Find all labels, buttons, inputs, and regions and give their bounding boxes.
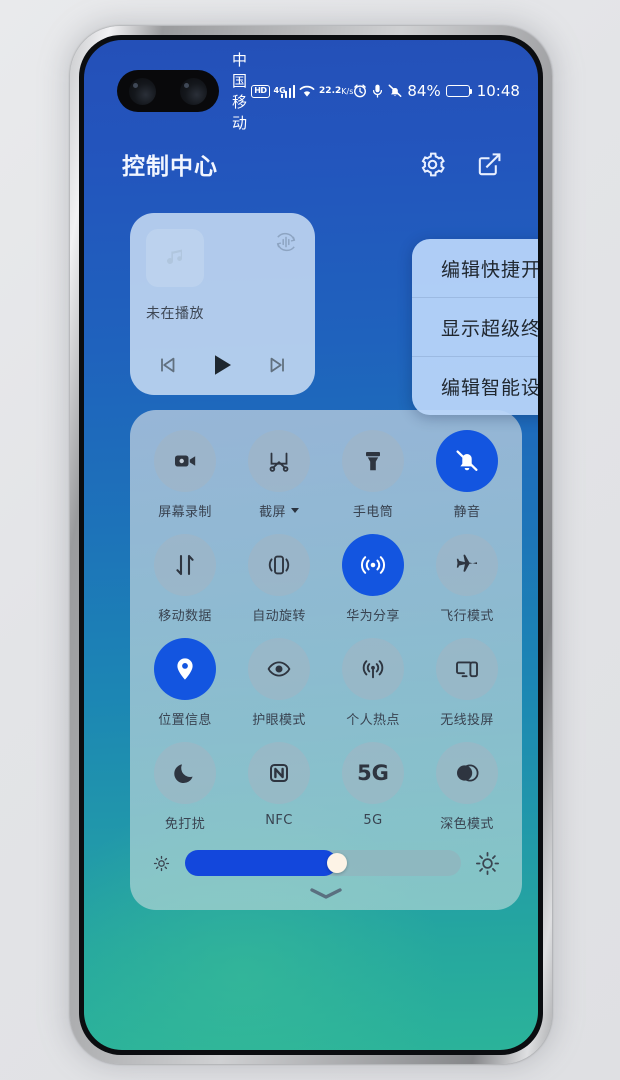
battery-percent-label: 84%: [407, 82, 441, 100]
toggle-label: 截屏: [259, 501, 299, 520]
hd-icon: HD: [251, 84, 270, 98]
toggle-label: 免打扰: [164, 817, 206, 832]
quick-toggles-grid: 屏幕录制 截屏 手电筒 静音 移动数据 自动旋转 华为分享 飞行模式 位置信息 …: [138, 430, 514, 832]
edit-square-icon[interactable]: [475, 150, 504, 179]
toggle-label: 无线投屏: [440, 713, 494, 728]
toggle-label: 手电筒: [352, 505, 394, 520]
toggle-nfc[interactable]: NFC: [232, 742, 326, 832]
album-art-placeholder: [146, 229, 204, 287]
auto-rotate-icon: [248, 534, 310, 596]
carrier-label: 中国移动: [232, 51, 248, 132]
status-bar-left: 中国移动 HD 4G 22.2 K/s: [232, 49, 353, 133]
play-icon[interactable]: [208, 351, 236, 379]
brightness-slider[interactable]: [185, 850, 461, 876]
toggle-location[interactable]: 位置信息: [138, 638, 232, 728]
moon-icon: [154, 742, 216, 804]
screenshot-icon: [248, 430, 310, 492]
data-speed-label: 22.2 K/s: [319, 85, 354, 96]
screenshot-scene: 中国移动 HD 4G 22.2 K/s 84% 10:48 控制中心 未在播放 …: [0, 0, 620, 1080]
header-actions: [418, 150, 504, 179]
toggle-auto-rotate[interactable]: 自动旋转: [232, 534, 326, 624]
page-title: 控制中心: [122, 154, 218, 180]
5g-icon: 5G: [342, 742, 404, 804]
media-player-card[interactable]: 未在播放: [130, 213, 315, 395]
microphone-icon: [372, 84, 383, 98]
cast-screen-icon: [436, 638, 498, 700]
toggle-flashlight[interactable]: 手电筒: [326, 430, 420, 520]
menu-item-edit-shortcuts[interactable]: 编辑快捷开关: [412, 239, 538, 297]
toggle-label: 5G: [363, 813, 383, 828]
toggle-airplane-mode[interactable]: 飞行模式: [420, 534, 514, 624]
toggle-label-text: 截屏: [259, 505, 286, 520]
toggle-label: 静音: [453, 505, 481, 520]
hotspot-icon: [342, 638, 404, 700]
mobile-data-icon: [154, 534, 216, 596]
toggle-eye-comfort[interactable]: 护眼模式: [232, 638, 326, 728]
expand-handle[interactable]: [303, 882, 349, 904]
toggle-label: 深色模式: [440, 817, 494, 832]
wifi-icon: [299, 85, 315, 98]
alarm-icon: [353, 84, 367, 98]
location-pin-icon: [154, 638, 216, 700]
toggle-label: 飞行模式: [440, 609, 494, 624]
toggle-label: 位置信息: [158, 713, 212, 728]
toggle-label: 华为分享: [346, 609, 400, 624]
toggle-label: 护眼模式: [252, 713, 306, 728]
brightness-row: [138, 850, 514, 876]
battery-icon: [445, 85, 473, 97]
previous-track-icon[interactable]: [157, 354, 179, 376]
phone-bezel: 中国移动 HD 4G 22.2 K/s 84% 10:48 控制中心 未在播放 …: [79, 35, 543, 1055]
5g-glyph: 5G: [357, 761, 389, 785]
network-type-label: 4G: [273, 85, 286, 95]
media-status-label: 未在播放: [146, 306, 204, 322]
next-track-icon[interactable]: [266, 354, 288, 376]
context-menu: 编辑快捷开关 显示超级终端 编辑智能设备: [412, 239, 538, 415]
nfc-icon: [248, 742, 310, 804]
toggle-wireless-projection[interactable]: 无线投屏: [420, 638, 514, 728]
brightness-slider-fill: [185, 850, 337, 876]
toggle-label: 屏幕录制: [158, 505, 212, 520]
status-bar: 中国移动 HD 4G 22.2 K/s 84% 10:48: [84, 51, 538, 132]
airplane-icon: [436, 534, 498, 596]
phone-screen: 中国移动 HD 4G 22.2 K/s 84% 10:48 控制中心 未在播放 …: [84, 40, 538, 1050]
toggle-label: 自动旋转: [252, 609, 306, 624]
media-controls: [130, 351, 315, 379]
toggle-mute[interactable]: 静音: [420, 430, 514, 520]
phone-frame: 中国移动 HD 4G 22.2 K/s 84% 10:48 控制中心 未在播放 …: [70, 26, 552, 1064]
gear-icon[interactable]: [418, 150, 447, 179]
huawei-share-icon: [342, 534, 404, 596]
toggle-screen-record[interactable]: 屏幕录制: [138, 430, 232, 520]
toggle-mobile-data[interactable]: 移动数据: [138, 534, 232, 624]
toggle-screenshot[interactable]: 截屏: [232, 430, 326, 520]
status-bar-right: 84% 10:48: [353, 82, 520, 100]
flashlight-icon: [342, 430, 404, 492]
signal-bars-icon: 4G: [273, 84, 296, 98]
toggle-label: 个人热点: [346, 713, 400, 728]
brightness-low-icon: [152, 854, 171, 873]
control-center-header: 控制中心: [84, 140, 538, 188]
clock-label: 10:48: [476, 82, 520, 100]
toggle-5g[interactable]: 5G 5G: [326, 742, 420, 832]
toggle-dark-mode[interactable]: 深色模式: [420, 742, 514, 832]
toggle-huawei-share[interactable]: 华为分享: [326, 534, 420, 624]
mute-bell-icon: [388, 84, 402, 98]
brightness-slider-thumb[interactable]: [326, 853, 347, 873]
audio-output-icon[interactable]: [273, 229, 299, 255]
chevron-down-icon[interactable]: [290, 508, 299, 513]
mute-bell-icon: [436, 430, 498, 492]
dark-mode-icon: [436, 742, 498, 804]
quick-toggles-panel: 屏幕录制 截屏 手电筒 静音 移动数据 自动旋转 华为分享 飞行模式 位置信息 …: [130, 410, 522, 910]
menu-item-edit-smart-devices[interactable]: 编辑智能设备: [412, 356, 538, 415]
toggle-label: 移动数据: [158, 609, 212, 624]
toggle-do-not-disturb[interactable]: 免打扰: [138, 742, 232, 832]
menu-item-show-super-device[interactable]: 显示超级终端: [412, 297, 538, 356]
toggle-hotspot[interactable]: 个人热点: [326, 638, 420, 728]
screen-record-icon: [154, 430, 216, 492]
eye-comfort-icon: [248, 638, 310, 700]
brightness-high-icon: [475, 851, 500, 876]
toggle-label: NFC: [265, 813, 293, 828]
